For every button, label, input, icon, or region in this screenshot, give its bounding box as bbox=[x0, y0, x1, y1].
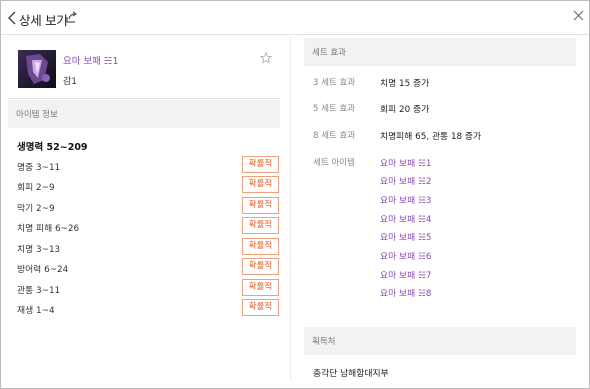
set-effect-row: 8 세트 효과 치명피해 65, 관통 18 증가 bbox=[304, 129, 576, 145]
stat-label: 치명 피해 6~26 bbox=[17, 224, 80, 234]
stat-row: 막기 2~9 확률적 bbox=[8, 197, 280, 215]
panel-divider bbox=[290, 36, 291, 381]
stat-row: 치명 피해 6~26 확률적 bbox=[8, 217, 280, 235]
set-item-link[interactable]: 요마 보패 ☵5 bbox=[380, 230, 431, 243]
set-panel: 세트 효과 3 세트 효과 치명 15 증가 5 세트 효과 회피 20 증가 … bbox=[304, 36, 576, 381]
item-info-section-header: 아이템 정보 bbox=[8, 100, 280, 128]
set-item-link[interactable]: 요마 보패 ☵7 bbox=[380, 268, 431, 281]
share-icon[interactable] bbox=[65, 11, 78, 24]
set-effect-row: 5 세트 효과 회피 20 증가 bbox=[304, 102, 576, 118]
probability-button[interactable]: 확률적 bbox=[242, 258, 279, 275]
set-item-link[interactable]: 요마 보패 ☵8 bbox=[380, 286, 431, 299]
main-stat: 생명력 52~209 bbox=[17, 142, 88, 153]
stat-row: 치명 3~13 확률적 bbox=[8, 238, 280, 256]
chevron-left-icon[interactable] bbox=[7, 11, 17, 25]
set-effect-key: 5 세트 효과 bbox=[313, 104, 356, 114]
probability-button[interactable]: 확률적 bbox=[242, 156, 279, 173]
set-effect-row: 3 세트 효과 치명 15 증가 bbox=[304, 76, 576, 92]
set-item-link[interactable]: 요마 보패 ☵4 bbox=[380, 212, 431, 225]
stat-row: 방어력 6~24 확률적 bbox=[8, 258, 280, 276]
item-panel: 요마 보패 ☵1 감1 아이템 정보 생명력 52~209 명중 3~11 확률… bbox=[8, 36, 280, 376]
probability-button[interactable]: 확률적 bbox=[242, 279, 279, 296]
section-title: 아이템 정보 bbox=[16, 110, 58, 120]
stat-row: 재생 1~4 확률적 bbox=[8, 299, 280, 317]
probability-button[interactable]: 확률적 bbox=[242, 176, 279, 193]
stat-label: 재생 1~4 bbox=[17, 306, 55, 316]
probability-button[interactable]: 확률적 bbox=[242, 217, 279, 234]
probability-button[interactable]: 확률적 bbox=[242, 299, 279, 316]
item-thumbnail bbox=[18, 50, 56, 88]
section-title: 세트 효과 bbox=[312, 48, 346, 58]
set-item-link[interactable]: 요마 보패 ☵2 bbox=[380, 174, 431, 187]
close-icon[interactable] bbox=[573, 10, 584, 21]
set-item-link[interactable]: 요마 보패 ☵1 bbox=[380, 156, 431, 169]
probability-button[interactable]: 확률적 bbox=[242, 238, 279, 255]
source-section-header: 획득처 bbox=[304, 327, 576, 355]
item-name[interactable]: 요마 보패 ☵1 bbox=[63, 53, 119, 67]
stat-label: 회피 2~9 bbox=[17, 183, 55, 193]
stat-row: 관통 3~11 확률적 bbox=[8, 279, 280, 297]
set-effect-value: 회피 20 증가 bbox=[380, 105, 430, 115]
set-item-link[interactable]: 요마 보패 ☵3 bbox=[380, 193, 431, 206]
set-effect-value: 치명 15 증가 bbox=[380, 79, 430, 89]
stat-label: 관통 3~11 bbox=[17, 286, 61, 296]
section-title: 획득처 bbox=[312, 337, 336, 347]
stat-row: 회피 2~9 확률적 bbox=[8, 176, 280, 194]
item-header: 요마 보패 ☵1 감1 bbox=[8, 36, 280, 99]
set-effect-section-header: 세트 효과 bbox=[304, 38, 576, 66]
stat-label: 치명 3~13 bbox=[17, 245, 61, 255]
set-item-link[interactable]: 요마 보패 ☵6 bbox=[380, 249, 431, 262]
item-image bbox=[18, 50, 56, 88]
set-effect-value: 치명피해 65, 관통 18 증가 bbox=[380, 132, 482, 142]
star-outline-icon[interactable] bbox=[260, 52, 272, 64]
header: 상세 보기 bbox=[1, 1, 589, 35]
stat-label: 명중 3~11 bbox=[17, 163, 61, 173]
stat-label: 막기 2~9 bbox=[17, 204, 55, 214]
stat-label: 방어력 6~24 bbox=[17, 265, 69, 275]
page-title: 상세 보기 bbox=[19, 13, 68, 28]
set-items-label: 세트 아이템 bbox=[313, 158, 355, 168]
set-effect-key: 3 세트 효과 bbox=[313, 78, 356, 88]
probability-button[interactable]: 확률적 bbox=[242, 197, 279, 214]
stat-row: 명중 3~11 확률적 bbox=[8, 156, 280, 174]
item-tier: 감1 bbox=[63, 77, 78, 87]
set-effect-key: 8 세트 효과 bbox=[313, 131, 356, 141]
detail-window: 상세 보기 요마 보패 ☵1 감1 아이템 정보 생명력 52~209 명중 3… bbox=[0, 0, 590, 389]
acquisition-source: 충각단 남해함대지부 bbox=[313, 369, 389, 379]
